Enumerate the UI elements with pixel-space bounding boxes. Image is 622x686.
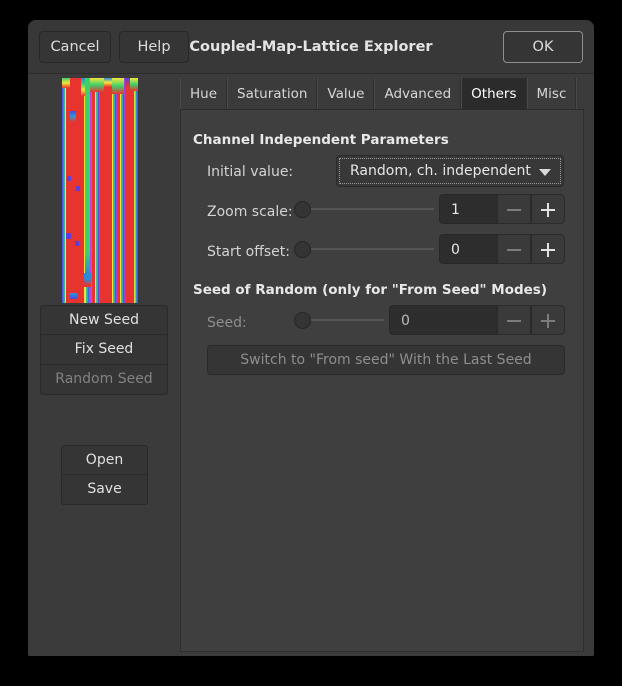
tab-hue[interactable]: Hue bbox=[180, 78, 227, 109]
random-seed-button: Random Seed bbox=[40, 365, 168, 395]
zoom-scale-slider-track bbox=[294, 208, 434, 210]
open-button[interactable]: Open bbox=[61, 445, 148, 475]
chevron-down-icon bbox=[539, 169, 551, 176]
dialog-window: Coupled-Map-Lattice Explorer Cancel Help… bbox=[28, 20, 594, 656]
zoom-scale-label: Zoom scale: bbox=[207, 204, 293, 220]
help-button[interactable]: Help bbox=[119, 31, 189, 63]
tab-value[interactable]: Value bbox=[317, 78, 374, 109]
seed-slider bbox=[294, 309, 384, 331]
start-offset-label: Start offset: bbox=[207, 244, 290, 260]
ok-button[interactable]: OK bbox=[503, 31, 583, 63]
seed-of-random-heading: Seed of Random (only for "From Seed" Mod… bbox=[193, 282, 547, 298]
start-offset-slider[interactable] bbox=[294, 238, 434, 260]
initial-value-dropdown[interactable]: Random, ch. independent bbox=[336, 155, 564, 187]
initial-value-selected: Random, ch. independent bbox=[350, 156, 531, 186]
tab-advanced[interactable]: Advanced bbox=[374, 78, 461, 109]
coupled-map-lattice-preview bbox=[62, 78, 138, 303]
zoom-scale-decrement-button bbox=[497, 194, 531, 224]
seed-increment-button bbox=[531, 305, 565, 335]
switch-to-from-seed-button: Switch to "From seed" With the Last Seed bbox=[207, 345, 565, 375]
start-offset-decrement-button bbox=[497, 234, 531, 264]
start-offset-slider-track bbox=[294, 248, 434, 250]
tab-saturation[interactable]: Saturation bbox=[227, 78, 317, 109]
save-button[interactable]: Save bbox=[61, 475, 148, 505]
seed-value: 0 bbox=[389, 305, 497, 335]
tab-others[interactable]: Others bbox=[461, 78, 526, 109]
seed-spinbutton: 0 bbox=[389, 305, 565, 335]
sidebar: New Seed Fix Seed Random Seed Open Save bbox=[28, 74, 180, 656]
start-offset-spinbutton[interactable]: 0 bbox=[439, 234, 565, 264]
plus-icon-vertical bbox=[547, 243, 549, 257]
tab-misc[interactable]: Misc bbox=[527, 78, 577, 109]
minus-icon bbox=[507, 209, 521, 211]
start-offset-slider-handle[interactable] bbox=[294, 241, 311, 258]
channel-parameters-heading: Channel Independent Parameters bbox=[193, 132, 449, 148]
tab-strip-filler bbox=[576, 78, 584, 109]
seed-decrement-button bbox=[497, 305, 531, 335]
dialog-body: New Seed Fix Seed Random Seed Open Save … bbox=[28, 74, 594, 656]
plus-icon-vertical bbox=[547, 203, 549, 217]
initial-value-label: Initial value: bbox=[207, 164, 293, 180]
minus-icon bbox=[507, 249, 521, 251]
others-tab-page: Channel Independent Parameters Initial v… bbox=[180, 110, 584, 652]
zoom-scale-slider[interactable] bbox=[294, 198, 434, 220]
start-offset-value[interactable]: 0 bbox=[439, 234, 497, 264]
zoom-scale-increment-button[interactable] bbox=[531, 194, 565, 224]
zoom-scale-spinbutton[interactable]: 1 bbox=[439, 194, 565, 224]
fix-seed-button[interactable]: Fix Seed bbox=[40, 335, 168, 365]
tab-strip: Hue Saturation Value Advanced Others Mis… bbox=[180, 78, 584, 110]
zoom-scale-slider-handle[interactable] bbox=[294, 201, 311, 218]
cancel-button[interactable]: Cancel bbox=[39, 31, 111, 63]
header-bar: Coupled-Map-Lattice Explorer Cancel Help… bbox=[28, 20, 594, 74]
zoom-scale-value[interactable]: 1 bbox=[439, 194, 497, 224]
seed-slider-handle bbox=[294, 312, 311, 329]
seed-label: Seed: bbox=[207, 315, 247, 331]
new-seed-button[interactable]: New Seed bbox=[40, 305, 168, 335]
start-offset-increment-button[interactable] bbox=[531, 234, 565, 264]
notebook: Hue Saturation Value Advanced Others Mis… bbox=[180, 78, 584, 652]
plus-icon-vertical bbox=[547, 314, 549, 328]
minus-icon bbox=[507, 320, 521, 322]
